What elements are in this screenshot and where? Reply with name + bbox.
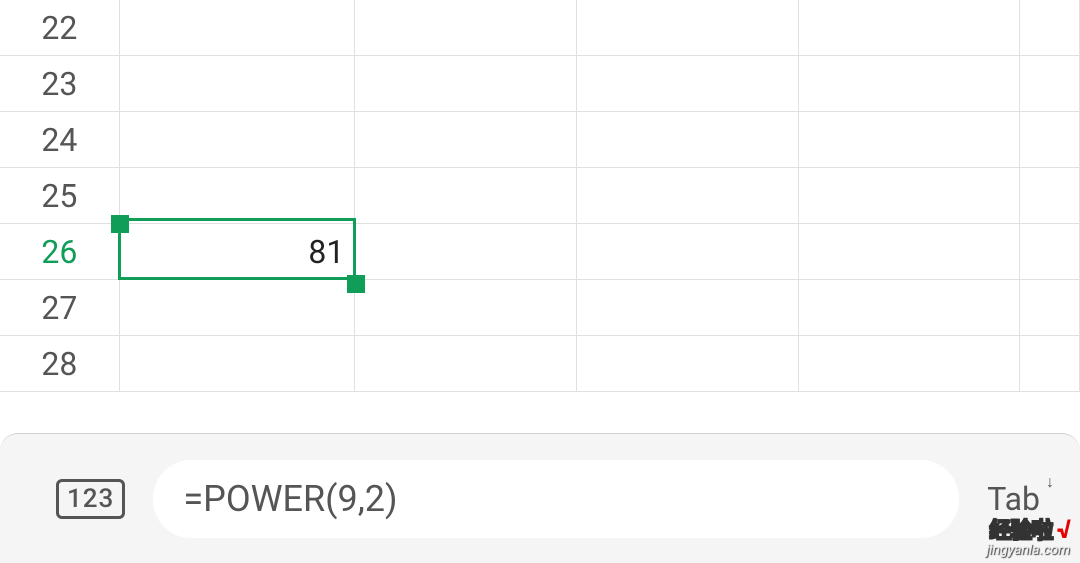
row-header-25[interactable]: 25 — [0, 168, 120, 223]
cell-b23[interactable] — [120, 56, 356, 111]
cell-e28[interactable] — [799, 336, 1021, 391]
cell-f23[interactable] — [1020, 56, 1080, 111]
cell-d26[interactable] — [577, 224, 799, 279]
cell-b22[interactable] — [120, 0, 356, 55]
cell-e25[interactable] — [799, 168, 1021, 223]
cell-f27[interactable] — [1020, 280, 1080, 335]
tab-arrow-icon: ↓ — [1046, 472, 1054, 492]
cell-d22[interactable] — [577, 0, 799, 55]
row-header-26[interactable]: 26 — [0, 224, 120, 279]
formula-input[interactable]: =POWER(9,2) — [153, 460, 959, 538]
selection-handle-bottom[interactable] — [347, 275, 365, 293]
numeric-keyboard-toggle[interactable]: 123 — [56, 479, 125, 519]
cell-c26[interactable] — [355, 224, 577, 279]
cell-c28[interactable] — [355, 336, 577, 391]
cell-f24[interactable] — [1020, 112, 1080, 167]
cell-c23[interactable] — [355, 56, 577, 111]
cell-e23[interactable] — [799, 56, 1021, 111]
tab-button[interactable]: Tab ↓ — [987, 480, 1052, 518]
cell-e27[interactable] — [799, 280, 1021, 335]
cell-e22[interactable] — [799, 0, 1021, 55]
active-cell-value: 81 — [308, 233, 344, 271]
cell-d23[interactable] — [577, 56, 799, 111]
cell-b24[interactable] — [120, 112, 356, 167]
row-header-23[interactable]: 23 — [0, 56, 120, 111]
formula-bar: 123 =POWER(9,2) Tab ↓ — [0, 433, 1080, 563]
row-28: 28 — [0, 336, 1080, 392]
row-header-24[interactable]: 24 — [0, 112, 120, 167]
row-22: 22 — [0, 0, 1080, 56]
formula-text: =POWER(9,2) — [183, 478, 397, 520]
cell-f25[interactable] — [1020, 168, 1080, 223]
cell-e26[interactable] — [799, 224, 1021, 279]
watermark-check-icon: √ — [1057, 515, 1070, 545]
cell-f26[interactable] — [1020, 224, 1080, 279]
row-header-27[interactable]: 27 — [0, 280, 120, 335]
cell-b27[interactable] — [120, 280, 356, 335]
row-25: 25 — [0, 168, 1080, 224]
row-26: 26 81 — [0, 224, 1080, 280]
cell-c25[interactable] — [355, 168, 577, 223]
row-23: 23 — [0, 56, 1080, 112]
cell-b26-active[interactable]: 81 — [120, 224, 356, 279]
watermark-url: jingyanla.com — [986, 543, 1070, 557]
cell-c27[interactable] — [355, 280, 577, 335]
row-header-22[interactable]: 22 — [0, 0, 120, 55]
row-header-28[interactable]: 28 — [0, 336, 120, 391]
tab-label: Tab — [987, 480, 1040, 518]
cell-b28[interactable] — [120, 336, 356, 391]
cell-d25[interactable] — [577, 168, 799, 223]
cell-d24[interactable] — [577, 112, 799, 167]
row-24: 24 — [0, 112, 1080, 168]
cell-b25[interactable] — [120, 168, 356, 223]
numeric-toggle-label: 123 — [56, 479, 125, 519]
cell-e24[interactable] — [799, 112, 1021, 167]
cell-c24[interactable] — [355, 112, 577, 167]
cell-d27[interactable] — [577, 280, 799, 335]
spreadsheet-grid[interactable]: 22 23 24 25 26 81 27 — [0, 0, 1080, 392]
cell-d28[interactable] — [577, 336, 799, 391]
watermark: 经验啦 √ jingyanla.com — [986, 517, 1070, 557]
watermark-text: 经验啦 — [989, 519, 1052, 544]
row-27: 27 — [0, 280, 1080, 336]
cell-c22[interactable] — [355, 0, 577, 55]
cell-f22[interactable] — [1020, 0, 1080, 55]
cell-f28[interactable] — [1020, 336, 1080, 391]
selection-handle-top[interactable] — [111, 215, 129, 233]
